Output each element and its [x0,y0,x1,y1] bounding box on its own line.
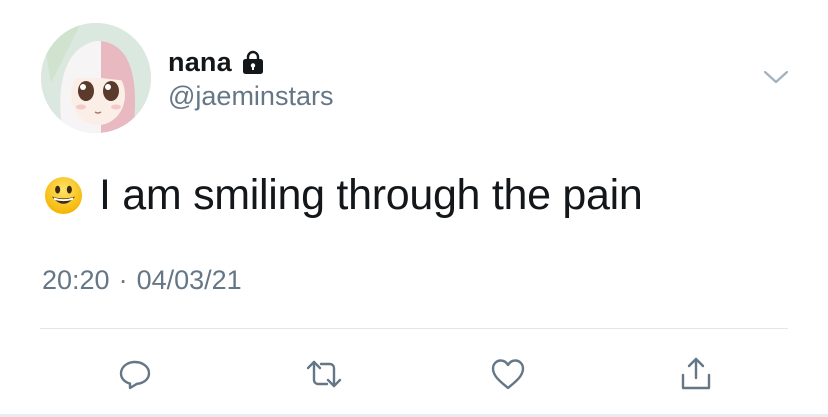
share-icon [681,357,711,390]
like-button[interactable] [488,354,528,394]
tweet-text: I am smiling through the pain [44,170,643,220]
tweet-card: nana @jaeminstars I am smiling through t… [0,0,828,417]
avatar-image [41,23,151,133]
more-options-button[interactable] [758,62,794,92]
chevron-down-icon [763,70,789,84]
tweet-timestamp[interactable]: 20:20 · 04/03/21 [42,265,242,296]
display-name[interactable]: nana [168,47,232,78]
lock-icon [241,49,265,75]
reply-icon [119,360,151,390]
user-handle[interactable]: @jaeminstars [168,81,333,112]
divider [40,328,788,329]
retweet-button[interactable] [304,354,344,394]
timestamp-separator: · [118,265,128,295]
name-row: nana [168,44,265,80]
action-bar [0,340,828,405]
tweet-time: 20:20 [42,265,110,295]
tweet-date: 04/03/21 [136,265,242,295]
smiling-face-emoji-icon [44,176,83,215]
heart-icon [491,359,525,390]
reply-button[interactable] [115,354,155,394]
share-button[interactable] [676,354,716,394]
tweet-body: I am smiling through the pain [99,170,643,219]
avatar[interactable] [41,23,151,133]
retweet-icon [306,360,342,388]
